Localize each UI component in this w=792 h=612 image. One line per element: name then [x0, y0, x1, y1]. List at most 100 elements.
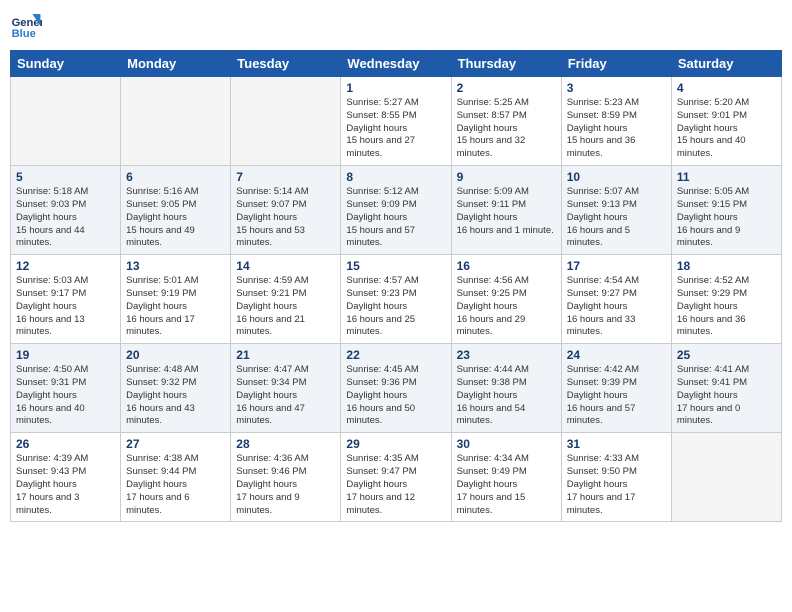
- day-number: 28: [236, 437, 335, 451]
- day-number: 10: [567, 170, 666, 184]
- day-cell-text: Sunrise: 4:45 AMSunset: 9:36 PMDaylight …: [346, 364, 445, 428]
- header: General Blue: [10, 10, 782, 42]
- day-cell-text: Sunrise: 5:05 AMSunset: 9:15 PMDaylight …: [677, 186, 776, 250]
- day-cell-text: Sunrise: 4:35 AMSunset: 9:47 PMDaylight …: [346, 453, 445, 517]
- day-cell-13: 13Sunrise: 5:01 AMSunset: 9:19 PMDayligh…: [121, 255, 231, 344]
- logo: General Blue: [10, 10, 42, 42]
- week-row-2: 5 Sunrise: 5:18 AMSunset: 9:03 PMDaylight…: [11, 166, 782, 255]
- calendar-table: SundayMondayTuesdayWednesdayThursdayFrid…: [10, 50, 782, 522]
- logo-icon: General Blue: [10, 10, 42, 42]
- day-cell-text: Sunrise: 4:56 AMSunset: 9:25 PMDaylight …: [457, 275, 556, 339]
- day-cell-28: 28 Sunrise: 4:36 AMSunset: 9:46 PMDayligh…: [231, 433, 341, 522]
- day-number: 25: [677, 348, 776, 362]
- day-cell-text: Sunrise: 4:36 AMSunset: 9:46 PMDaylight …: [236, 453, 335, 517]
- day-cell-5: 5 Sunrise: 5:18 AMSunset: 9:03 PMDaylight…: [11, 166, 121, 255]
- day-number: 9: [457, 170, 556, 184]
- day-cell-text: Sunrise: 4:47 AMSunset: 9:34 PMDaylight …: [236, 364, 335, 428]
- day-cell-text: Sunrise: 4:34 AMSunset: 9:49 PMDaylight …: [457, 453, 556, 517]
- day-number: 17: [567, 259, 666, 273]
- day-cell-4: 4Sunrise: 5:20 AMSunset: 9:01 PMDaylight…: [671, 77, 781, 166]
- day-header-row: SundayMondayTuesdayWednesdayThursdayFrid…: [11, 51, 782, 77]
- day-cell-text: Sunrise: 5:03 AMSunset: 9:17 PMDaylight …: [16, 275, 115, 339]
- day-cell-12: 12Sunrise: 5:03 AMSunset: 9:17 PMDayligh…: [11, 255, 121, 344]
- day-header-saturday: Saturday: [671, 51, 781, 77]
- day-number: 15: [346, 259, 445, 273]
- day-number: 8: [346, 170, 445, 184]
- day-cell-text: Sunrise: 5:27 AMSunset: 8:55 PMDaylight …: [346, 97, 445, 161]
- day-header-wednesday: Wednesday: [341, 51, 451, 77]
- day-cell-text: Sunrise: 4:39 AMSunset: 9:43 PMDaylight …: [16, 453, 115, 517]
- day-cell-text: Sunrise: 4:50 AMSunset: 9:31 PMDaylight …: [16, 364, 115, 428]
- day-cell-22: 22 Sunrise: 4:45 AMSunset: 9:36 PMDayligh…: [341, 344, 451, 433]
- day-number: 5: [16, 170, 115, 184]
- day-cell-text: Sunrise: 4:52 AMSunset: 9:29 PMDaylight …: [677, 275, 776, 339]
- day-cell-23: 23 Sunrise: 4:44 AMSunset: 9:38 PMDayligh…: [451, 344, 561, 433]
- week-row-5: 26 Sunrise: 4:39 AMSunset: 9:43 PMDayligh…: [11, 433, 782, 522]
- day-cell-10: 10 Sunrise: 5:07 AMSunset: 9:13 PMDayligh…: [561, 166, 671, 255]
- day-cell-7: 7 Sunrise: 5:14 AMSunset: 9:07 PMDaylight…: [231, 166, 341, 255]
- day-cell-6: 6 Sunrise: 5:16 AMSunset: 9:05 PMDaylight…: [121, 166, 231, 255]
- week-row-3: 12Sunrise: 5:03 AMSunset: 9:17 PMDayligh…: [11, 255, 782, 344]
- day-number: 16: [457, 259, 556, 273]
- day-cell-25: 25 Sunrise: 4:41 AMSunset: 9:41 PMDayligh…: [671, 344, 781, 433]
- day-number: 30: [457, 437, 556, 451]
- day-number: 13: [126, 259, 225, 273]
- day-cell-2: 2 Sunrise: 5:25 AMSunset: 8:57 PMDaylight…: [451, 77, 561, 166]
- day-cell-1: 1 Sunrise: 5:27 AMSunset: 8:55 PMDaylight…: [341, 77, 451, 166]
- day-number: 11: [677, 170, 776, 184]
- day-cell-text: Sunrise: 4:44 AMSunset: 9:38 PMDaylight …: [457, 364, 556, 428]
- day-number: 18: [677, 259, 776, 273]
- day-header-monday: Monday: [121, 51, 231, 77]
- week-row-4: 19 Sunrise: 4:50 AMSunset: 9:31 PMDayligh…: [11, 344, 782, 433]
- empty-cell: [121, 77, 231, 166]
- day-cell-text: Sunrise: 4:42 AMSunset: 9:39 PMDaylight …: [567, 364, 666, 428]
- day-cell-text: Sunrise: 5:20 AMSunset: 9:01 PMDaylight …: [677, 97, 776, 161]
- day-number: 19: [16, 348, 115, 362]
- day-number: 7: [236, 170, 335, 184]
- day-cell-16: 16 Sunrise: 4:56 AMSunset: 9:25 PMDayligh…: [451, 255, 561, 344]
- day-cell-31: 31Sunrise: 4:33 AMSunset: 9:50 PMDayligh…: [561, 433, 671, 522]
- day-cell-27: 27Sunrise: 4:38 AMSunset: 9:44 PMDayligh…: [121, 433, 231, 522]
- day-cell-20: 20Sunrise: 4:48 AMSunset: 9:32 PMDayligh…: [121, 344, 231, 433]
- empty-cell: [11, 77, 121, 166]
- day-cell-30: 30 Sunrise: 4:34 AMSunset: 9:49 PMDayligh…: [451, 433, 561, 522]
- day-number: 1: [346, 81, 445, 95]
- day-cell-21: 21 Sunrise: 4:47 AMSunset: 9:34 PMDayligh…: [231, 344, 341, 433]
- day-number: 22: [346, 348, 445, 362]
- empty-cell: [231, 77, 341, 166]
- day-cell-text: Sunrise: 4:57 AMSunset: 9:23 PMDaylight …: [346, 275, 445, 339]
- day-number: 6: [126, 170, 225, 184]
- day-cell-26: 26 Sunrise: 4:39 AMSunset: 9:43 PMDayligh…: [11, 433, 121, 522]
- day-cell-text: Sunrise: 5:16 AMSunset: 9:05 PMDaylight …: [126, 186, 225, 250]
- day-cell-text: Sunrise: 5:18 AMSunset: 9:03 PMDaylight …: [16, 186, 115, 250]
- day-cell-15: 15 Sunrise: 4:57 AMSunset: 9:23 PMDayligh…: [341, 255, 451, 344]
- day-number: 31: [567, 437, 666, 451]
- day-cell-text: Sunrise: 4:54 AMSunset: 9:27 PMDaylight …: [567, 275, 666, 339]
- day-number: 21: [236, 348, 335, 362]
- day-cell-14: 14Sunrise: 4:59 AMSunset: 9:21 PMDayligh…: [231, 255, 341, 344]
- day-header-thursday: Thursday: [451, 51, 561, 77]
- day-number: 14: [236, 259, 335, 273]
- day-cell-text: Sunrise: 5:12 AMSunset: 9:09 PMDaylight …: [346, 186, 445, 250]
- day-cell-text: Sunrise: 5:23 AMSunset: 8:59 PMDaylight …: [567, 97, 666, 161]
- day-cell-text: Sunrise: 5:25 AMSunset: 8:57 PMDaylight …: [457, 97, 556, 161]
- day-cell-18: 18 Sunrise: 4:52 AMSunset: 9:29 PMDayligh…: [671, 255, 781, 344]
- svg-text:Blue: Blue: [12, 28, 36, 40]
- day-cell-29: 29 Sunrise: 4:35 AMSunset: 9:47 PMDayligh…: [341, 433, 451, 522]
- day-header-sunday: Sunday: [11, 51, 121, 77]
- day-cell-text: Sunrise: 4:41 AMSunset: 9:41 PMDaylight …: [677, 364, 776, 428]
- day-cell-text: Sunrise: 5:07 AMSunset: 9:13 PMDaylight …: [567, 186, 666, 250]
- day-cell-text: Sunrise: 4:48 AMSunset: 9:32 PMDaylight …: [126, 364, 225, 428]
- day-cell-17: 17 Sunrise: 4:54 AMSunset: 9:27 PMDayligh…: [561, 255, 671, 344]
- week-row-1: 1 Sunrise: 5:27 AMSunset: 8:55 PMDaylight…: [11, 77, 782, 166]
- day-cell-3: 3Sunrise: 5:23 AMSunset: 8:59 PMDaylight…: [561, 77, 671, 166]
- day-number: 27: [126, 437, 225, 451]
- day-number: 2: [457, 81, 556, 95]
- day-number: 23: [457, 348, 556, 362]
- day-number: 29: [346, 437, 445, 451]
- day-number: 26: [16, 437, 115, 451]
- day-cell-text: Sunrise: 5:09 AMSunset: 9:11 PMDaylight …: [457, 186, 556, 237]
- day-cell-text: Sunrise: 5:14 AMSunset: 9:07 PMDaylight …: [236, 186, 335, 250]
- empty-cell: [671, 433, 781, 522]
- day-cell-24: 24Sunrise: 4:42 AMSunset: 9:39 PMDayligh…: [561, 344, 671, 433]
